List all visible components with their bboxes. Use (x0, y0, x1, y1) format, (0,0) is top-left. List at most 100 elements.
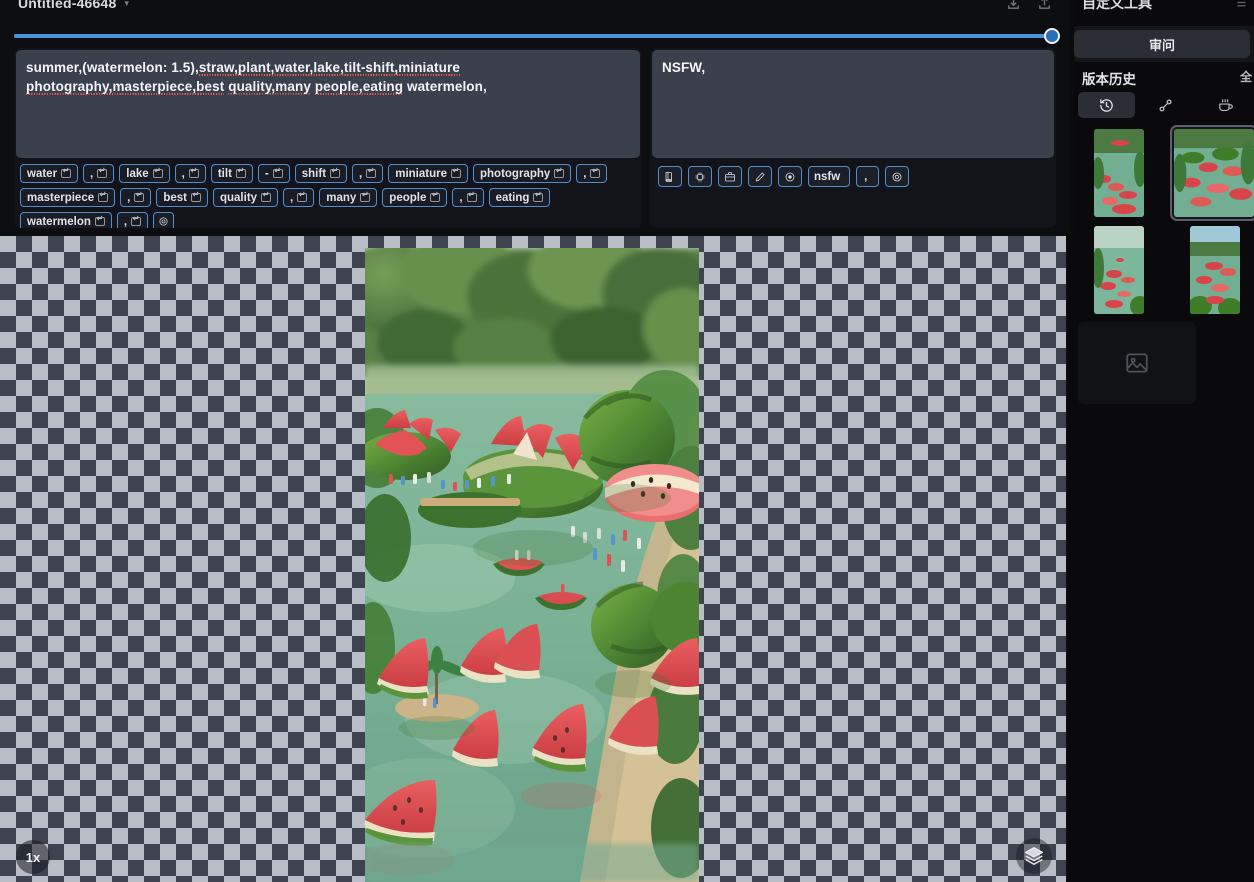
token-chip[interactable]: miniature (388, 164, 468, 183)
target-icon[interactable] (778, 166, 802, 187)
token-chip[interactable]: many (319, 188, 378, 207)
enter-key-icon (261, 190, 272, 202)
negative-prompt-input[interactable]: NSFW, (652, 50, 1054, 158)
token-chip-label: tilt (217, 167, 232, 180)
token-chip[interactable]: water (20, 164, 79, 183)
token-chip-label: many (326, 191, 357, 204)
enter-key-icon (134, 190, 145, 202)
enter-key-icon (190, 190, 201, 202)
enter-key-icon (533, 190, 544, 202)
version-thumbnails (1078, 125, 1254, 322)
enter-key-icon (590, 166, 601, 178)
token-chip[interactable]: people (382, 188, 448, 207)
sidebar-tabbar: 审问 (1074, 26, 1254, 62)
enter-key-icon (366, 166, 377, 178)
prompt-misspelled-span: straw,plant,water,lake,tilt-shift,miniat… (198, 60, 460, 76)
target-icon-2[interactable] (885, 166, 910, 187)
page-title: Untitled-46648 (18, 0, 117, 11)
token-chip[interactable]: shift (294, 164, 348, 183)
token-chip-label: , (123, 215, 128, 228)
zoom-level-indicator[interactable]: 1x (16, 840, 50, 874)
token-chip[interactable]: , (283, 188, 315, 207)
sidebar-menu-icon[interactable] (1235, 0, 1248, 9)
share-icon[interactable] (1037, 0, 1052, 11)
sidebar-title: 自定义工具 (1082, 0, 1152, 11)
token-chip[interactable]: , (452, 188, 484, 207)
token-chip[interactable]: , (576, 164, 608, 183)
chevron-down-icon[interactable]: ▾ (125, 0, 130, 9)
target-icon[interactable] (153, 212, 175, 228)
coffee-icon[interactable] (1197, 92, 1254, 118)
enter-key-icon (360, 190, 371, 202)
prompt-span: summer,(watermelon: 1.5), (26, 60, 199, 75)
token-chip-label: - (264, 167, 269, 180)
titlebar-actions (1006, 0, 1052, 11)
token-chip-label: , (290, 191, 294, 204)
token-chip-nsfw[interactable]: nsfw (808, 166, 851, 187)
token-chip-label: water (27, 167, 58, 180)
token-chip[interactable]: photography (473, 164, 572, 183)
token-chip-label: , (181, 167, 185, 180)
token-chip[interactable]: , (352, 164, 384, 183)
prompt-misspelled-span: people,eating (314, 79, 404, 95)
token-chip[interactable]: - (257, 164, 290, 183)
prompt-misspelled-span: quality,many (228, 79, 311, 95)
book-icon[interactable] (658, 166, 682, 187)
briefcase-icon[interactable] (718, 166, 742, 187)
enter-key-icon (297, 190, 308, 202)
token-chip[interactable]: , (120, 188, 152, 207)
token-chip[interactable]: quality (212, 188, 279, 207)
thumbnail-1[interactable] (1094, 129, 1144, 217)
enter-key-icon (272, 166, 283, 178)
titlebar: Untitled-46648 ▾ (0, 0, 1070, 16)
sidebar-mode-bar (1078, 92, 1254, 122)
token-chip-label: , (127, 191, 131, 204)
editor-row: summer,(watermelon: 1.5),straw,plant,wat… (14, 48, 1056, 228)
slider-handle[interactable] (1044, 28, 1060, 44)
prompt-span: watermelon, (403, 79, 487, 94)
token-chip-comma[interactable]: , (856, 166, 880, 187)
chip-icon[interactable] (688, 166, 712, 187)
generated-image[interactable] (365, 248, 699, 882)
token-chip-label: photography (480, 167, 551, 180)
token-chip-label: shift (301, 167, 327, 180)
token-chip[interactable]: eating (488, 188, 551, 207)
negative-prompt-toolbar: nsfw, (650, 160, 1056, 193)
tab-interrogate[interactable]: 审问 (1074, 30, 1250, 58)
positive-prompt-input[interactable]: summer,(watermelon: 1.5),straw,plant,wat… (16, 50, 640, 158)
thumbnail-2[interactable] (1170, 125, 1254, 221)
pencil-icon[interactable] (748, 166, 772, 187)
slider-track[interactable] (14, 34, 1056, 38)
token-chip[interactable]: , (83, 164, 115, 183)
history-icon[interactable] (1078, 92, 1136, 118)
token-chip[interactable]: lake (119, 164, 170, 183)
right-sidebar: 自定义工具 审问 版本历史 全 (1074, 0, 1254, 882)
thumbnail-4[interactable] (1190, 226, 1240, 314)
enter-key-icon (430, 190, 441, 202)
strength-slider[interactable] (14, 28, 1060, 44)
enter-key-icon (97, 166, 108, 178)
link-icon[interactable] (1137, 92, 1194, 118)
token-chip-label: watermelon (27, 215, 91, 228)
export-icon[interactable] (1006, 0, 1021, 11)
token-chip-label: quality (219, 191, 258, 204)
layers-icon[interactable] (1016, 838, 1052, 874)
token-chip[interactable]: masterpiece (20, 188, 116, 207)
token-chip-label: , (90, 167, 94, 180)
token-chip[interactable]: , (174, 164, 206, 183)
thumbnail-3[interactable] (1094, 226, 1144, 314)
token-chip-label: , (359, 167, 363, 180)
image-placeholder-icon[interactable] (1078, 322, 1196, 404)
token-chip[interactable]: tilt (210, 164, 253, 183)
token-chip[interactable]: watermelon (20, 212, 112, 228)
token-chip-label: , (583, 167, 587, 180)
token-chip[interactable]: , (116, 212, 149, 228)
enter-key-icon (98, 190, 109, 202)
positive-prompt-card: summer,(watermelon: 1.5),straw,plant,wat… (14, 48, 642, 228)
section-action-all[interactable]: 全 (1240, 68, 1252, 85)
token-chip-label: lake (126, 167, 149, 180)
tool-btn-label: , (864, 170, 868, 183)
canvas-area[interactable]: 1x (0, 236, 1066, 882)
token-chip[interactable]: best (156, 188, 208, 207)
token-chip-label: eating (495, 191, 530, 204)
